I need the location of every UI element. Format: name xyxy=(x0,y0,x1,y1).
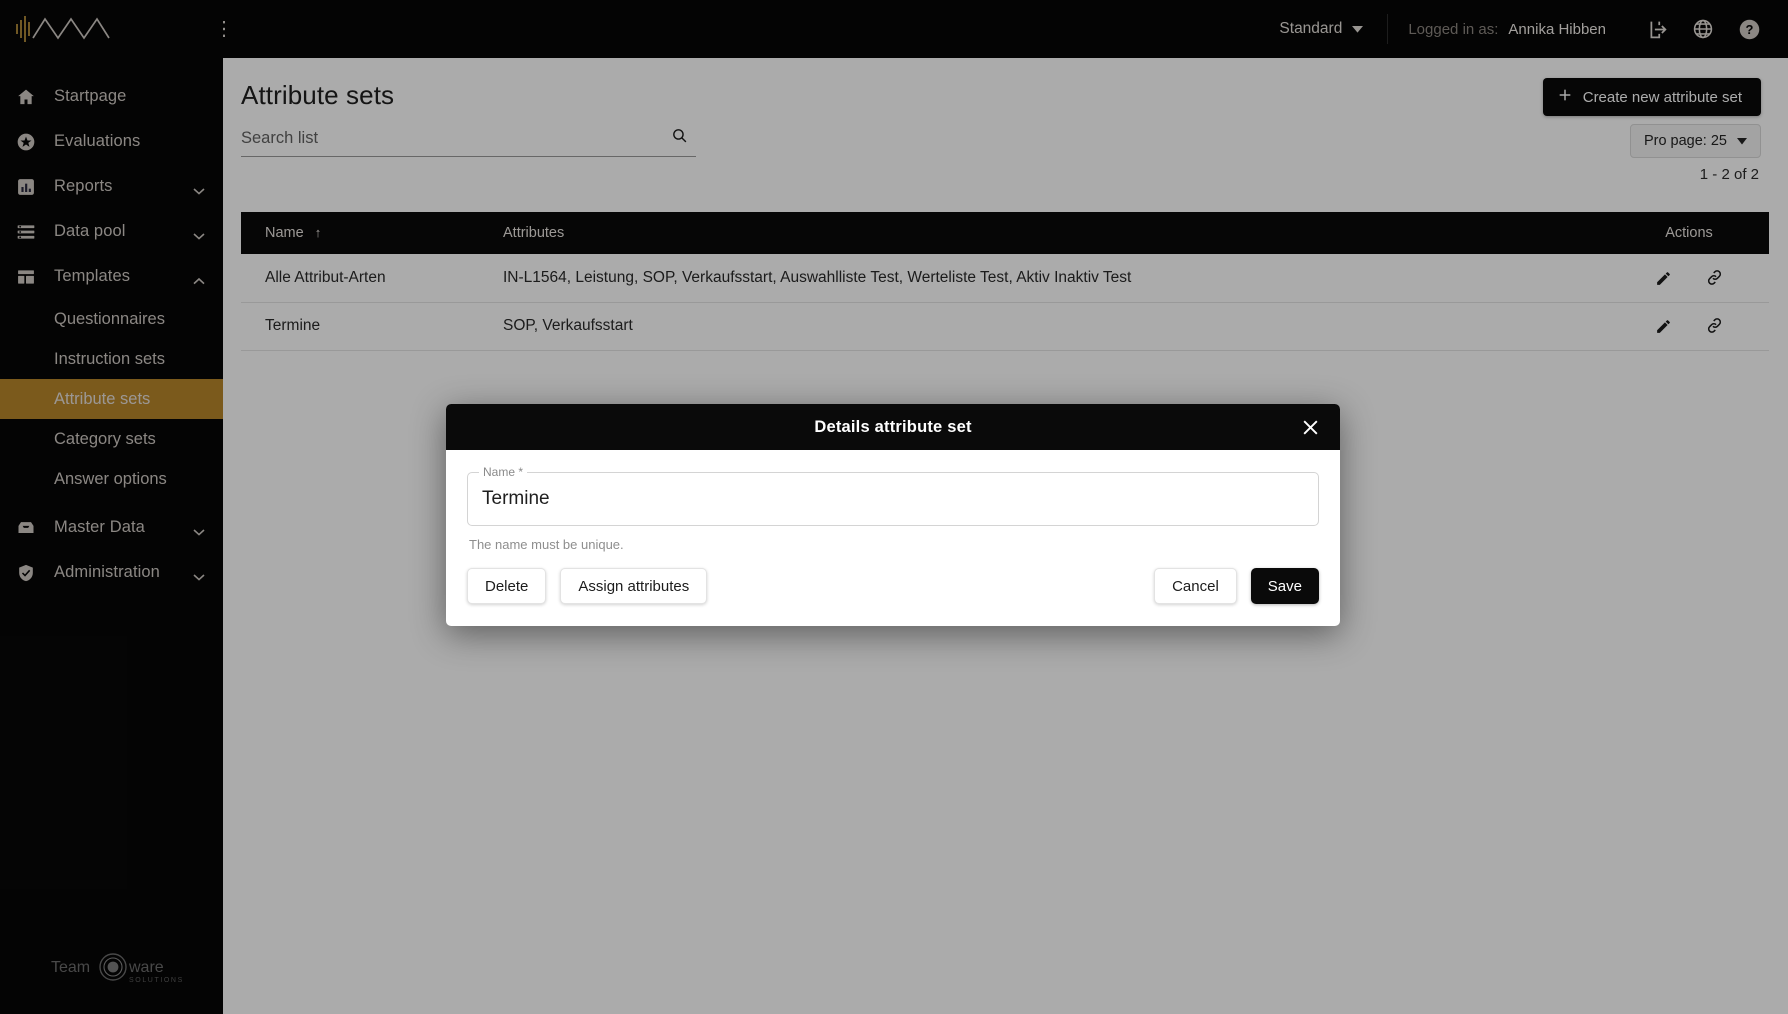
save-button[interactable]: Save xyxy=(1250,568,1319,604)
name-field-wrapper[interactable]: Name * xyxy=(467,465,1319,526)
name-input[interactable] xyxy=(482,488,1304,510)
name-field-label: Name * xyxy=(479,465,528,479)
name-field-hint: The name must be unique. xyxy=(469,537,624,552)
app-root: Attribute sets Create new attribute set xyxy=(0,0,1788,1014)
dialog-body: Name * The name must be unique. xyxy=(446,450,1340,552)
close-icon[interactable] xyxy=(1297,414,1323,440)
delete-button[interactable]: Delete xyxy=(467,568,547,604)
details-attribute-set-dialog: Details attribute set Name * The name mu… xyxy=(446,404,1340,626)
assign-attributes-button[interactable]: Assign attributes xyxy=(560,568,708,604)
dialog-actions: Delete Assign attributes Cancel Save xyxy=(446,552,1340,626)
dialog-title: Details attribute set xyxy=(814,417,972,436)
cancel-button[interactable]: Cancel xyxy=(1154,568,1237,604)
dialog-header: Details attribute set xyxy=(446,404,1340,450)
